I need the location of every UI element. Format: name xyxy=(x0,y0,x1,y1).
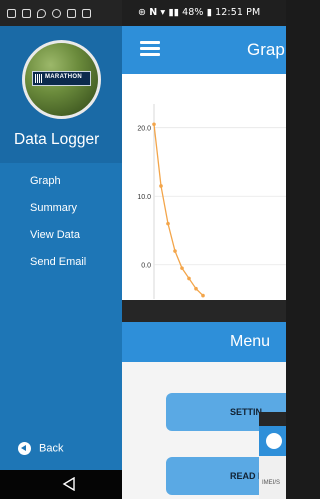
back-arrow-icon[interactable] xyxy=(266,433,282,449)
app-name: Data Logger xyxy=(14,131,100,148)
data-point xyxy=(152,122,156,127)
y-tick-label: 0.0 xyxy=(141,263,151,270)
image-icon xyxy=(67,9,76,18)
notification-icon xyxy=(22,9,31,18)
back-arrow-icon xyxy=(18,442,31,455)
nav-item-graph[interactable]: Graph xyxy=(30,175,61,187)
marathon-logo: MARATHON xyxy=(32,71,91,86)
nav-item-summary[interactable]: Summary xyxy=(30,202,77,214)
y-tick-label: 10.0 xyxy=(137,194,151,201)
data-point xyxy=(166,221,170,226)
graph-app-bar: Grap xyxy=(122,26,286,74)
status-text: ⊛ N ▾ ▮▮ 48% ▮ 12:51 PM xyxy=(138,7,261,18)
app-logo-avatar: MARATHON xyxy=(22,40,101,119)
nav-item-view-data[interactable]: View Data xyxy=(30,229,80,241)
overlay-status-bar xyxy=(259,412,286,426)
data-point xyxy=(173,249,177,253)
data-point xyxy=(187,276,191,281)
data-point xyxy=(180,266,184,270)
nav-item-send-email[interactable]: Send Email xyxy=(30,256,86,268)
menu-status-bar xyxy=(122,300,286,322)
image-icon xyxy=(82,9,91,18)
data-point xyxy=(159,184,163,188)
menu-icon[interactable] xyxy=(140,41,160,56)
y-tick-label: 20.0 xyxy=(137,126,151,133)
series-line xyxy=(153,124,204,297)
system-back-icon[interactable] xyxy=(62,477,76,491)
drawer-status-bar xyxy=(0,0,122,26)
notification-icon xyxy=(7,9,16,18)
graph-title: Grap xyxy=(247,40,285,59)
graph-chart: 20.0 10.0 0.0 xyxy=(137,104,286,299)
back-button[interactable]: Back xyxy=(18,442,63,455)
imei-label: IMEI/S xyxy=(262,480,281,486)
data-point xyxy=(201,293,205,298)
status-bar: ⊛ N ▾ ▮▮ 48% ▮ 12:51 PM xyxy=(122,0,286,26)
drawer-header: MARATHON Data Logger xyxy=(0,26,122,163)
menu-title: Menu xyxy=(230,333,271,350)
graph-screen: ⊛ N ▾ ▮▮ 48% ▮ 12:51 PM Grap 20.0 10.0 0.0 xyxy=(122,0,286,300)
location-icon xyxy=(37,9,46,18)
system-nav-bar xyxy=(0,470,122,499)
data-point xyxy=(194,286,198,291)
navigation-drawer: MARATHON Data Logger Graph Summary View … xyxy=(0,0,122,499)
messenger-icon xyxy=(52,9,61,18)
overlay-app-bar xyxy=(259,426,286,456)
menu-app-bar: Menu xyxy=(122,322,286,362)
